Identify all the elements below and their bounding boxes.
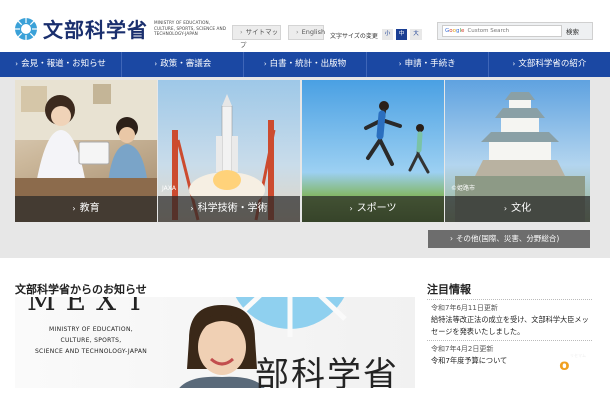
chevron-right-icon: › xyxy=(450,234,453,243)
site-header: 文部科学省 MINISTRY OF EDUCATION, CULTURE, SP… xyxy=(0,0,610,52)
search-button[interactable]: 検索 xyxy=(566,26,579,36)
nav-item-press[interactable]: › 会見・報道・お知らせ xyxy=(0,52,123,77)
mext-subtitle: MINISTRY OF EDUCATION, CULTURE, SPORTS, … xyxy=(34,326,148,355)
search-placeholder: Custom Search xyxy=(467,28,510,34)
ministry-kanji: 部科学省 xyxy=(255,355,399,388)
category-science[interactable]: JAXA › 科学技術・学術 xyxy=(158,80,300,222)
font-size-label: 文字サイズの変更 xyxy=(330,33,378,40)
chevron-right-icon: › xyxy=(15,60,19,68)
notice-banner[interactable]: MEXT MINISTRY OF EDUCATION, CULTURE, SPO… xyxy=(15,297,415,388)
notice-heading: 文部科学省からのお知らせ xyxy=(15,283,147,296)
category-label: › 文化 xyxy=(445,196,590,222)
category-label: › スポーツ xyxy=(302,196,444,222)
mext-emblem-icon xyxy=(15,17,37,40)
list-item[interactable]: 令和7年6月11日更新 給特法等改正法の成立を受け、文部科学大臣メッセージを発表… xyxy=(427,302,592,338)
nav-item-label: 政策・審議会 xyxy=(160,59,212,69)
main-nav: › 会見・報道・お知らせ › 政策・審議会 › 白書・統計・出版物 › 申請・手続き ›… xyxy=(0,52,610,77)
photo-credit: ©姫路市 xyxy=(451,184,475,192)
nav-item-about[interactable]: › 文部科学省の紹介 xyxy=(489,52,610,77)
news-list: 令和7年6月11日更新 給特法等改正法の成立を受け、文部科学大臣メッセージを発表… xyxy=(427,297,592,388)
watermark-kana: リセマム xyxy=(570,353,586,358)
chevron-right-icon: › xyxy=(512,60,516,68)
chevron-right-icon: › xyxy=(503,204,508,213)
category-education[interactable]: › 教育 xyxy=(15,80,157,222)
chevron-right-icon: › xyxy=(240,28,243,36)
minister-photo xyxy=(179,305,265,388)
search-input[interactable]: Google Custom Search xyxy=(442,25,562,37)
chevron-right-icon: › xyxy=(349,204,353,213)
logo-title: 文部科学省 xyxy=(43,18,148,42)
category-label: › 科学技術・学術 xyxy=(158,196,300,222)
site-logo[interactable]: 文部科学省 MINISTRY OF EDUCATION, CULTURE, SP… xyxy=(14,14,228,43)
font-size-small-button[interactable]: 小 xyxy=(382,29,393,40)
other-categories-button[interactable]: › その他(国際、災害、分野総合) xyxy=(428,230,590,248)
chevron-right-icon: › xyxy=(263,60,267,68)
chevron-right-icon: › xyxy=(154,60,158,68)
nav-item-label: 文部科学省の紹介 xyxy=(518,59,587,69)
category-sports[interactable]: › スポーツ xyxy=(302,80,444,222)
category-culture[interactable]: ©姫路市 › 文化 xyxy=(445,80,590,222)
chevron-right-icon: › xyxy=(190,204,194,213)
category-label: › 教育 xyxy=(15,196,157,222)
divider xyxy=(427,299,592,300)
chevron-right-icon: › xyxy=(296,28,299,36)
news-link[interactable]: 給特法等改正法の成立を受け、文部科学大臣メッセージを発表いたしました。 xyxy=(427,314,592,338)
nav-item-applications[interactable]: › 申請・手続き xyxy=(367,52,489,77)
other-categories-label: その他(国際、災害、分野総合) xyxy=(456,234,560,243)
sitemap-label: サイトマップ xyxy=(240,28,279,49)
nav-item-label: 申請・手続き xyxy=(404,59,456,69)
english-label: English xyxy=(301,28,326,36)
search-box: Google Custom Search 検索 xyxy=(437,22,593,40)
nav-item-label: 白書・統計・出版物 xyxy=(269,59,347,69)
sitemap-link[interactable]: › サイトマップ xyxy=(232,25,281,49)
chevron-right-icon: › xyxy=(72,204,76,213)
nav-item-policy[interactable]: › 政策・審議会 xyxy=(122,52,245,77)
news-heading: 注目情報 xyxy=(427,283,471,296)
news-date: 令和7年4月2日更新 xyxy=(431,345,494,353)
chevron-right-icon: › xyxy=(398,60,402,68)
font-size-large-button[interactable]: 大 xyxy=(410,29,422,40)
nav-item-label: 会見・報道・お知らせ xyxy=(21,59,106,69)
news-date: 令和7年6月11日更新 xyxy=(431,304,498,312)
font-size-medium-button[interactable]: 中 xyxy=(396,29,407,40)
nav-item-publications[interactable]: › 白書・統計・出版物 xyxy=(244,52,367,77)
divider xyxy=(427,340,592,341)
google-logo-icon: Google xyxy=(445,28,465,34)
photo-credit: JAXA xyxy=(161,185,177,192)
category-band: › 教育 JAXA › 科学技術・学術 › スポーツ ©姫路市 › 文化 › そ… xyxy=(0,77,610,258)
mext-logotype: MEXT xyxy=(27,297,155,317)
english-link[interactable]: › English xyxy=(288,25,326,40)
logo-subtitle: MINISTRY OF EDUCATION, CULTURE, SPORTS, … xyxy=(154,20,227,37)
